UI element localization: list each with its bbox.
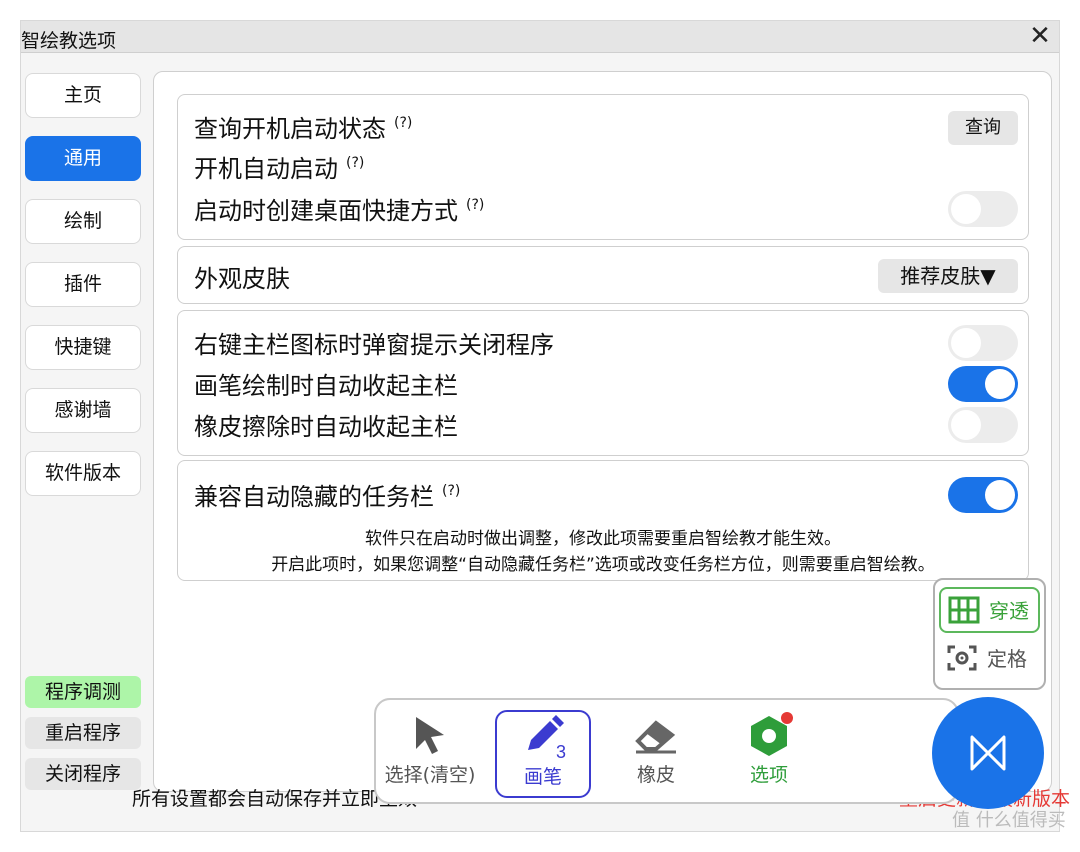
pen-badge: 3: [556, 742, 566, 760]
pen-icon: 3: [497, 712, 589, 762]
eraser-tool[interactable]: 橡皮: [608, 710, 704, 798]
sidebar-item-plugins[interactable]: 插件: [25, 262, 141, 307]
skin-card: 外观皮肤 推荐皮肤▼: [177, 246, 1029, 304]
watermark: 值 什么值得买: [952, 810, 1066, 831]
pen-collapse-toggle[interactable]: [948, 366, 1018, 402]
autostart-row: 开机自动启动 (?): [194, 149, 364, 184]
settings-panel: 查询开机启动状态 (?) 查询 开机自动启动 (?) 启动时创建桌面快捷方式 (?) …: [153, 71, 1052, 792]
taskbar-note-2: 开启此项时，如果您调整“自动隐藏任务栏”选项或改变任务栏方位，则需要重启智绘教。: [271, 555, 935, 575]
eraser-collapse-toggle[interactable]: [948, 407, 1018, 443]
autostart-label: 开机自动启动: [194, 155, 338, 183]
query-startup-row: 查询开机启动状态 (?): [194, 109, 412, 144]
float-panel: 穿透 定格: [933, 578, 1046, 690]
desktop-shortcut-label: 启动时创建桌面快捷方式: [194, 197, 458, 225]
freeze-label: 定格: [987, 647, 1027, 671]
options-tool-label: 选项: [749, 764, 788, 786]
toggle-knob: [951, 410, 981, 440]
query-startup-label: 查询开机启动状态: [194, 115, 386, 143]
skin-label: 外观皮肤: [194, 265, 290, 293]
penetrate-button[interactable]: 穿透: [939, 587, 1040, 633]
skin-select[interactable]: 推荐皮肤▼: [878, 259, 1018, 293]
toggle-knob: [985, 369, 1015, 399]
options-tool[interactable]: 选项: [721, 710, 817, 798]
freeze-button[interactable]: 定格: [939, 637, 1040, 683]
behavior-label-eraser: 橡皮擦除时自动收起主栏: [194, 413, 458, 441]
sidebar-item-drawing[interactable]: 绘制: [25, 199, 141, 244]
desktop-shortcut-toggle[interactable]: [948, 191, 1018, 227]
penetrate-label: 穿透: [989, 599, 1029, 623]
toggle-knob: [951, 328, 981, 358]
select-tool-label: 选择(清空): [384, 764, 476, 786]
taskbar-label: 兼容自动隐藏的任务栏: [194, 483, 434, 511]
help-icon[interactable]: (?): [346, 155, 364, 171]
sidebar-item-shortcuts[interactable]: 快捷键: [25, 325, 141, 370]
sidebar-item-general[interactable]: 通用: [25, 136, 141, 181]
eraser-icon: [608, 710, 704, 760]
pen-tool-label: 画笔: [523, 766, 562, 788]
exit-button[interactable]: 关闭程序: [25, 758, 141, 790]
select-tool[interactable]: 选择(清空): [382, 710, 478, 798]
help-icon[interactable]: (?): [442, 483, 460, 499]
cursor-icon: [382, 710, 478, 760]
help-icon[interactable]: (?): [394, 115, 412, 131]
eraser-tool-label: 橡皮: [636, 764, 675, 786]
help-icon[interactable]: (?): [466, 197, 484, 213]
taskbar-note-1: 软件只在启动时做出调整，修改此项需要重启智绘教才能生效。: [365, 529, 841, 549]
sidebar-item-home[interactable]: 主页: [25, 73, 141, 118]
restart-button[interactable]: 重启程序: [25, 717, 141, 749]
query-button[interactable]: 查询: [948, 111, 1018, 145]
behavior-card: 右键主栏图标时弹窗提示关闭程序 画笔绘制时自动收起主栏 橡皮擦除时自动收起主栏: [177, 310, 1029, 456]
behavior-label-right-click: 右键主栏图标时弹窗提示关闭程序: [194, 331, 554, 359]
toggle-knob: [985, 480, 1015, 510]
toggle-knob: [951, 194, 981, 224]
sidebar-item-version[interactable]: 软件版本: [25, 451, 141, 496]
grid-icon: [947, 595, 981, 640]
taskbar-card: 兼容自动隐藏的任务栏 (?) 软件只在启动时做出调整，修改此项需要重启智绘教才能生…: [177, 460, 1029, 581]
sidebar-item-thanks[interactable]: 感谢墙: [25, 388, 141, 433]
pen-tool[interactable]: 3 画笔: [495, 710, 591, 798]
title-bar: 智绘教选项 ✕: [21, 21, 1059, 53]
right-click-toggle[interactable]: [948, 325, 1018, 361]
debug-button[interactable]: 程序调测: [25, 676, 141, 708]
main-bar-button[interactable]: [932, 697, 1044, 809]
desktop-shortcut-row: 启动时创建桌面快捷方式 (?): [194, 191, 484, 226]
close-icon[interactable]: ✕: [1025, 21, 1055, 51]
window-title: 智绘教选项: [21, 30, 117, 52]
taskbar-row: 兼容自动隐藏的任务栏 (?): [194, 477, 460, 512]
focus-icon: [945, 643, 979, 688]
options-icon: [721, 710, 817, 760]
logo-icon: [970, 735, 1006, 771]
taskbar-toggle[interactable]: [948, 477, 1018, 513]
floating-toolbar: 选择(清空) 3 画笔 橡皮 选项: [374, 698, 959, 804]
startup-card: 查询开机启动状态 (?) 查询 开机自动启动 (?) 启动时创建桌面快捷方式 (?): [177, 94, 1029, 240]
behavior-label-pen: 画笔绘制时自动收起主栏: [194, 372, 458, 400]
